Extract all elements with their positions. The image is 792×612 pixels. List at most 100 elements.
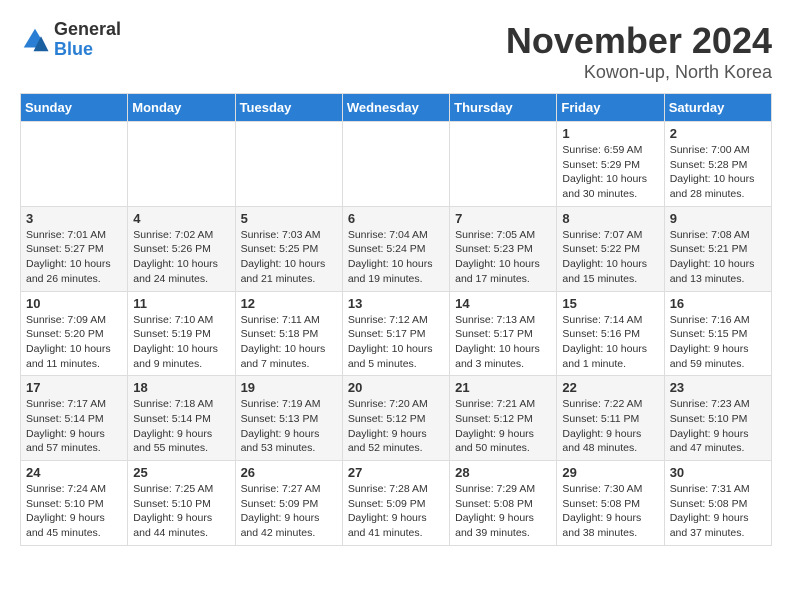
day-number: 8 bbox=[562, 211, 658, 226]
calendar-cell: 11 Sunrise: 7:10 AM Sunset: 5:19 PM Dayli… bbox=[128, 291, 235, 376]
day-info: Sunrise: 7:08 AM Sunset: 5:21 PM Dayligh… bbox=[670, 228, 766, 287]
day-info: Sunrise: 7:16 AM Sunset: 5:15 PM Dayligh… bbox=[670, 313, 766, 372]
day-info: Sunrise: 7:09 AM Sunset: 5:20 PM Dayligh… bbox=[26, 313, 122, 372]
calendar-week-4: 17 Sunrise: 7:17 AM Sunset: 5:14 PM Dayli… bbox=[21, 376, 772, 461]
day-info: Sunrise: 7:23 AM Sunset: 5:10 PM Dayligh… bbox=[670, 397, 766, 456]
calendar-cell: 4 Sunrise: 7:02 AM Sunset: 5:26 PM Daylig… bbox=[128, 206, 235, 291]
calendar-week-5: 24Sunrise: 7:24 AM Sunset: 5:10 PM Dayli… bbox=[21, 461, 772, 546]
calendar-cell bbox=[342, 122, 449, 207]
calendar-cell: 6 Sunrise: 7:04 AM Sunset: 5:24 PM Daylig… bbox=[342, 206, 449, 291]
calendar-cell: 22Sunrise: 7:22 AM Sunset: 5:11 PM Dayli… bbox=[557, 376, 664, 461]
day-number: 25 bbox=[133, 465, 229, 480]
calendar-cell: 28 Sunrise: 7:29 AM Sunset: 5:08 PM Dayli… bbox=[450, 461, 557, 546]
title-section: November 2024 Kowon-up, North Korea bbox=[506, 20, 772, 83]
calendar-cell: 30Sunrise: 7:31 AM Sunset: 5:08 PM Dayli… bbox=[664, 461, 771, 546]
weekday-header-monday: Monday bbox=[128, 94, 235, 122]
day-info: Sunrise: 7:04 AM Sunset: 5:24 PM Dayligh… bbox=[348, 228, 444, 287]
calendar-cell: 19Sunrise: 7:19 AM Sunset: 5:13 PM Dayli… bbox=[235, 376, 342, 461]
calendar-week-1: 1 Sunrise: 6:59 AM Sunset: 5:29 PM Daylig… bbox=[21, 122, 772, 207]
day-info: Sunrise: 7:20 AM Sunset: 5:12 PM Dayligh… bbox=[348, 397, 444, 456]
day-number: 12 bbox=[241, 296, 337, 311]
day-number: 3 bbox=[26, 211, 122, 226]
day-number: 2 bbox=[670, 126, 766, 141]
day-info: Sunrise: 7:01 AM Sunset: 5:27 PM Dayligh… bbox=[26, 228, 122, 287]
weekday-header-tuesday: Tuesday bbox=[235, 94, 342, 122]
calendar-cell: 20Sunrise: 7:20 AM Sunset: 5:12 PM Dayli… bbox=[342, 376, 449, 461]
calendar-cell: 26Sunrise: 7:27 AM Sunset: 5:09 PM Dayli… bbox=[235, 461, 342, 546]
day-info: Sunrise: 6:59 AM Sunset: 5:29 PM Dayligh… bbox=[562, 143, 658, 202]
calendar-cell: 8Sunrise: 7:07 AM Sunset: 5:22 PM Daylig… bbox=[557, 206, 664, 291]
day-info: Sunrise: 7:28 AM Sunset: 5:09 PM Dayligh… bbox=[348, 482, 444, 541]
day-number: 19 bbox=[241, 380, 337, 395]
calendar-cell: 1 Sunrise: 6:59 AM Sunset: 5:29 PM Daylig… bbox=[557, 122, 664, 207]
weekday-header-friday: Friday bbox=[557, 94, 664, 122]
day-number: 7 bbox=[455, 211, 551, 226]
logo-blue: Blue bbox=[54, 40, 121, 60]
calendar: SundayMondayTuesdayWednesdayThursdayFrid… bbox=[20, 93, 772, 546]
day-info: Sunrise: 7:30 AM Sunset: 5:08 PM Dayligh… bbox=[562, 482, 658, 541]
day-number: 29 bbox=[562, 465, 658, 480]
day-info: Sunrise: 7:14 AM Sunset: 5:16 PM Dayligh… bbox=[562, 313, 658, 372]
logo-general: General bbox=[54, 20, 121, 40]
day-number: 15 bbox=[562, 296, 658, 311]
day-number: 17 bbox=[26, 380, 122, 395]
calendar-cell: 5 Sunrise: 7:03 AM Sunset: 5:25 PM Daylig… bbox=[235, 206, 342, 291]
day-info: Sunrise: 7:12 AM Sunset: 5:17 PM Dayligh… bbox=[348, 313, 444, 372]
calendar-cell: 24Sunrise: 7:24 AM Sunset: 5:10 PM Dayli… bbox=[21, 461, 128, 546]
day-number: 6 bbox=[348, 211, 444, 226]
day-info: Sunrise: 7:03 AM Sunset: 5:25 PM Dayligh… bbox=[241, 228, 337, 287]
calendar-cell: 2 Sunrise: 7:00 AM Sunset: 5:28 PM Daylig… bbox=[664, 122, 771, 207]
day-info: Sunrise: 7:05 AM Sunset: 5:23 PM Dayligh… bbox=[455, 228, 551, 287]
day-info: Sunrise: 7:00 AM Sunset: 5:28 PM Dayligh… bbox=[670, 143, 766, 202]
day-number: 26 bbox=[241, 465, 337, 480]
weekday-header-wednesday: Wednesday bbox=[342, 94, 449, 122]
day-number: 14 bbox=[455, 296, 551, 311]
calendar-cell: 16 Sunrise: 7:16 AM Sunset: 5:15 PM Dayli… bbox=[664, 291, 771, 376]
month-title: November 2024 bbox=[506, 20, 772, 62]
calendar-cell bbox=[235, 122, 342, 207]
weekday-header-sunday: Sunday bbox=[21, 94, 128, 122]
logo: General Blue bbox=[20, 20, 121, 60]
day-info: Sunrise: 7:31 AM Sunset: 5:08 PM Dayligh… bbox=[670, 482, 766, 541]
day-info: Sunrise: 7:13 AM Sunset: 5:17 PM Dayligh… bbox=[455, 313, 551, 372]
day-number: 18 bbox=[133, 380, 229, 395]
calendar-cell bbox=[21, 122, 128, 207]
day-number: 21 bbox=[455, 380, 551, 395]
calendar-cell: 21 Sunrise: 7:21 AM Sunset: 5:12 PM Dayli… bbox=[450, 376, 557, 461]
calendar-cell: 3 Sunrise: 7:01 AM Sunset: 5:27 PM Daylig… bbox=[21, 206, 128, 291]
weekday-header-row: SundayMondayTuesdayWednesdayThursdayFrid… bbox=[21, 94, 772, 122]
day-number: 27 bbox=[348, 465, 444, 480]
day-number: 28 bbox=[455, 465, 551, 480]
day-info: Sunrise: 7:10 AM Sunset: 5:19 PM Dayligh… bbox=[133, 313, 229, 372]
calendar-cell: 15 Sunrise: 7:14 AM Sunset: 5:16 PM Dayli… bbox=[557, 291, 664, 376]
calendar-cell: 7 Sunrise: 7:05 AM Sunset: 5:23 PM Daylig… bbox=[450, 206, 557, 291]
day-number: 13 bbox=[348, 296, 444, 311]
weekday-header-saturday: Saturday bbox=[664, 94, 771, 122]
calendar-cell: 23Sunrise: 7:23 AM Sunset: 5:10 PM Dayli… bbox=[664, 376, 771, 461]
day-number: 9 bbox=[670, 211, 766, 226]
calendar-cell bbox=[450, 122, 557, 207]
calendar-cell: 25 Sunrise: 7:25 AM Sunset: 5:10 PM Dayli… bbox=[128, 461, 235, 546]
location: Kowon-up, North Korea bbox=[506, 62, 772, 83]
day-info: Sunrise: 7:21 AM Sunset: 5:12 PM Dayligh… bbox=[455, 397, 551, 456]
day-number: 1 bbox=[562, 126, 658, 141]
day-number: 4 bbox=[133, 211, 229, 226]
day-number: 5 bbox=[241, 211, 337, 226]
calendar-cell: 12 Sunrise: 7:11 AM Sunset: 5:18 PM Dayli… bbox=[235, 291, 342, 376]
calendar-cell bbox=[128, 122, 235, 207]
day-info: Sunrise: 7:25 AM Sunset: 5:10 PM Dayligh… bbox=[133, 482, 229, 541]
day-info: Sunrise: 7:02 AM Sunset: 5:26 PM Dayligh… bbox=[133, 228, 229, 287]
day-number: 11 bbox=[133, 296, 229, 311]
day-info: Sunrise: 7:24 AM Sunset: 5:10 PM Dayligh… bbox=[26, 482, 122, 541]
day-number: 10 bbox=[26, 296, 122, 311]
day-info: Sunrise: 7:18 AM Sunset: 5:14 PM Dayligh… bbox=[133, 397, 229, 456]
weekday-header-thursday: Thursday bbox=[450, 94, 557, 122]
day-number: 22 bbox=[562, 380, 658, 395]
day-info: Sunrise: 7:29 AM Sunset: 5:08 PM Dayligh… bbox=[455, 482, 551, 541]
calendar-cell: 17 Sunrise: 7:17 AM Sunset: 5:14 PM Dayli… bbox=[21, 376, 128, 461]
day-info: Sunrise: 7:17 AM Sunset: 5:14 PM Dayligh… bbox=[26, 397, 122, 456]
day-number: 16 bbox=[670, 296, 766, 311]
calendar-cell: 18 Sunrise: 7:18 AM Sunset: 5:14 PM Dayli… bbox=[128, 376, 235, 461]
logo-text: General Blue bbox=[54, 20, 121, 60]
day-info: Sunrise: 7:11 AM Sunset: 5:18 PM Dayligh… bbox=[241, 313, 337, 372]
